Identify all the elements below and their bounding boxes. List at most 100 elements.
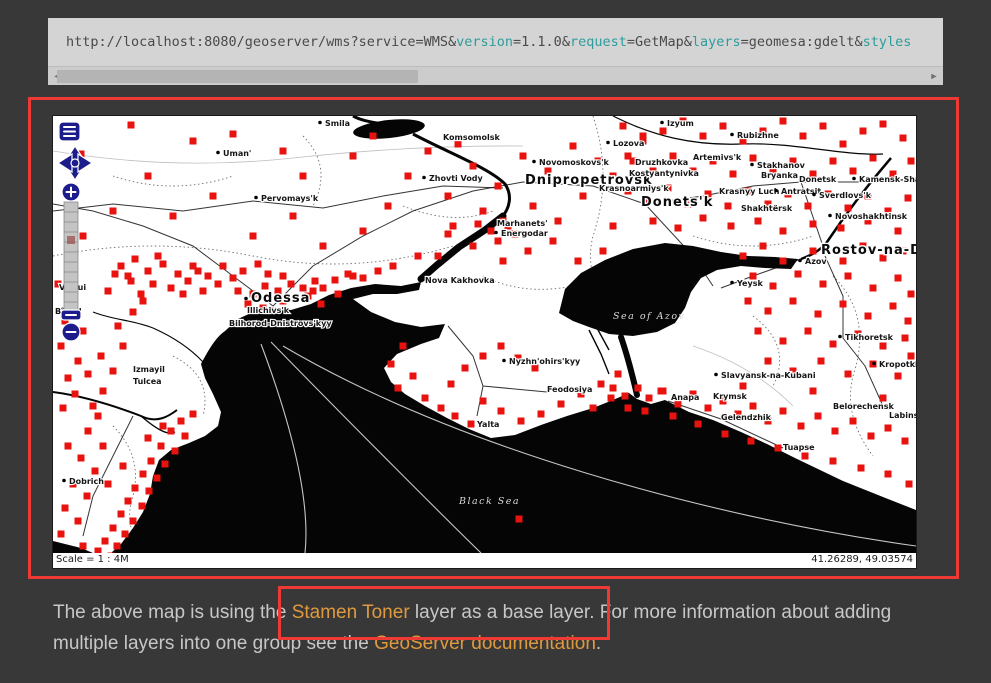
pan-control[interactable] bbox=[58, 146, 92, 180]
gdelt-event-dot bbox=[115, 323, 122, 330]
gdelt-event-dot bbox=[320, 285, 327, 292]
gdelt-event-dot bbox=[725, 203, 732, 210]
map-city-label: Kropotkin bbox=[879, 360, 916, 369]
city-marker bbox=[418, 278, 422, 282]
stamen-toner-link[interactable]: Stamen Toner bbox=[292, 602, 410, 623]
map-city-label: Smila bbox=[325, 119, 350, 128]
layer-switcher-icon[interactable] bbox=[59, 122, 80, 141]
gdelt-event-dot bbox=[840, 141, 847, 148]
gdelt-event-dot bbox=[598, 381, 605, 388]
gdelt-event-dot bbox=[755, 328, 762, 335]
gdelt-event-dot bbox=[90, 403, 97, 410]
gdelt-event-dot bbox=[860, 128, 867, 135]
scrollbar-thumb[interactable] bbox=[57, 70, 418, 83]
gdelt-event-dot bbox=[438, 405, 445, 412]
city-marker bbox=[838, 335, 842, 339]
gdelt-event-dot bbox=[840, 301, 847, 308]
gdelt-event-dot bbox=[158, 443, 165, 450]
gdelt-event-dot bbox=[160, 423, 167, 430]
gdelt-event-dot bbox=[745, 298, 752, 305]
gdelt-event-dot bbox=[660, 128, 667, 135]
gdelt-event-dot bbox=[880, 121, 887, 128]
sea-label: Black Sea bbox=[458, 496, 520, 507]
map-city-label: Krymsk bbox=[713, 392, 747, 401]
gdelt-event-dot bbox=[146, 488, 153, 495]
map-city-label: Krasnyy Luch bbox=[719, 187, 780, 196]
map-city-label: Rostov-na-Donu bbox=[821, 243, 916, 258]
gdelt-event-dot bbox=[65, 443, 72, 450]
map-canvas: SmilaUman'KomsomolskNovomoskovs'kDniprop… bbox=[53, 116, 916, 553]
gdelt-event-dot bbox=[728, 223, 735, 230]
gdelt-event-dot bbox=[750, 403, 757, 410]
gdelt-event-dot bbox=[335, 291, 342, 298]
zoom-in-button[interactable] bbox=[62, 183, 80, 201]
gdelt-event-dot bbox=[650, 218, 657, 225]
gdelt-event-dot bbox=[830, 158, 837, 165]
city-marker bbox=[730, 133, 734, 137]
map-controls[interactable] bbox=[53, 116, 113, 351]
gdelt-event-dot bbox=[160, 261, 167, 268]
map-city-label: Druzhkovka bbox=[635, 158, 688, 167]
gdelt-event-dot bbox=[120, 343, 127, 350]
zoom-slider-track[interactable] bbox=[64, 202, 78, 314]
map-city-label: Tuapse bbox=[783, 443, 815, 452]
gdelt-event-dot bbox=[168, 285, 175, 292]
gdelt-event-dot bbox=[265, 271, 272, 278]
gdelt-event-dot bbox=[750, 155, 757, 162]
gdelt-event-dot bbox=[755, 218, 762, 225]
map-city-label: Energodar bbox=[501, 229, 548, 238]
map-city-label: Lozova bbox=[613, 139, 644, 148]
zoom-slider-handle[interactable] bbox=[61, 310, 81, 320]
gdelt-event-dot bbox=[845, 273, 852, 280]
gdelt-event-dot bbox=[500, 258, 507, 265]
map-city-label: Anapa bbox=[671, 393, 699, 402]
gdelt-event-dot bbox=[122, 531, 129, 538]
gdelt-event-dot bbox=[600, 248, 607, 255]
gdelt-event-dot bbox=[132, 485, 139, 492]
gdelt-event-dot bbox=[448, 381, 455, 388]
city-marker bbox=[318, 121, 322, 125]
gdelt-event-dot bbox=[790, 298, 797, 305]
gdelt-event-dot bbox=[670, 413, 677, 420]
gdelt-event-dot bbox=[62, 505, 69, 512]
gdelt-event-dot bbox=[140, 471, 147, 478]
city-marker bbox=[532, 160, 536, 164]
gdelt-event-dot bbox=[550, 238, 557, 245]
gdelt-event-dot bbox=[148, 458, 155, 465]
gdelt-event-dot bbox=[805, 203, 812, 210]
code-horizontal-scrollbar[interactable]: ◄ ► bbox=[48, 66, 943, 85]
gdelt-event-dot bbox=[895, 373, 902, 380]
map-city-label: Stakhanov bbox=[757, 161, 806, 170]
gdelt-event-dot bbox=[120, 463, 127, 470]
city-marker bbox=[62, 479, 66, 483]
geoserver-documentation-link[interactable]: GeoServer documentation bbox=[374, 633, 596, 654]
gdelt-event-dot bbox=[350, 153, 357, 160]
gdelt-event-dot bbox=[608, 395, 615, 402]
gdelt-event-dot bbox=[830, 458, 837, 465]
url-token: http://localhost:8080/geoserver/wms?serv… bbox=[66, 34, 456, 50]
gdelt-event-dot bbox=[516, 516, 523, 523]
gdelt-event-dot bbox=[102, 538, 109, 545]
wms-map-viewport[interactable]: SmilaUman'KomsomolskNovomoskovs'kDniprop… bbox=[52, 115, 917, 569]
gdelt-event-dot bbox=[795, 271, 802, 278]
gdelt-event-dot bbox=[868, 433, 875, 440]
gdelt-event-dot bbox=[100, 388, 107, 395]
gdelt-event-dot bbox=[65, 375, 72, 382]
gdelt-event-dot bbox=[765, 308, 772, 315]
map-status-strip: Scale = 1 : 4M 41.26289, 49.03574 bbox=[53, 553, 916, 568]
gdelt-event-dot bbox=[908, 158, 915, 165]
map-city-label: Feodosiya bbox=[547, 385, 592, 394]
scroll-right-arrow-icon[interactable]: ► bbox=[925, 67, 943, 85]
gdelt-event-dot bbox=[635, 385, 642, 392]
gdelt-event-dot bbox=[452, 413, 459, 420]
map-city-label: Yalta bbox=[476, 420, 499, 429]
gdelt-event-dot bbox=[155, 253, 162, 260]
city-marker bbox=[494, 231, 498, 235]
gdelt-event-dot bbox=[615, 371, 622, 378]
map-city-label: Donets'k bbox=[641, 195, 713, 210]
gdelt-event-dot bbox=[495, 183, 502, 190]
gdelt-event-dot bbox=[290, 213, 297, 220]
gdelt-event-dot bbox=[498, 408, 505, 415]
gdelt-event-dot bbox=[450, 223, 457, 230]
zoom-out-button[interactable] bbox=[62, 323, 80, 341]
